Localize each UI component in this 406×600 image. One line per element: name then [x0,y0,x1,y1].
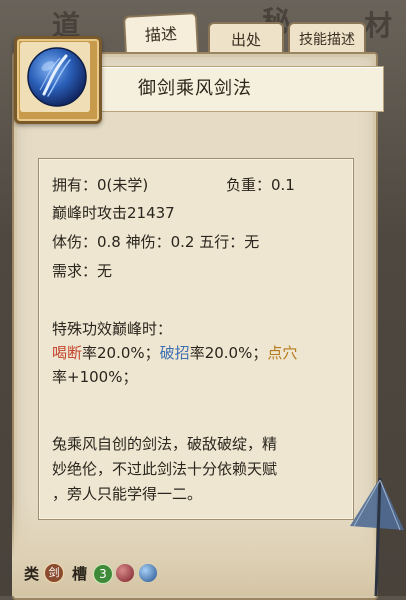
blue-gem-slot-icon[interactable] [139,564,157,582]
effect-break-name: 破招 [159,344,190,362]
description-line: ，旁人只能学得一二。 [52,485,203,503]
tab-skill-description[interactable]: 技能描述 [288,22,366,56]
red-gem-slot-icon[interactable] [116,564,134,582]
description-line: 妙绝伦，不过此剑法十分依赖天赋 [52,460,278,478]
tab-skill-description-label: 技能描述 [299,32,355,48]
background-glyph: 材 [364,9,393,42]
owned-text: 拥有：0(未学) [52,176,149,194]
tab-source[interactable]: 出处 [208,22,284,56]
effect-break-rate: 率20.0%； [189,344,268,362]
effect-acupoint-name: 点穴 [267,344,298,362]
special-effect-heading: 特殊功效巅峰时： [52,320,173,338]
blue-orb-sword-icon [27,47,87,107]
weight-text: 负重：0.1 [226,176,295,194]
type-label: 类 [24,565,40,583]
fan-decoration-icon [350,477,404,596]
effect-acupoint-rate: 率+100%； [52,368,138,386]
effect-shout-name: 喝断 [52,344,83,362]
slot-label: 槽 [72,565,88,583]
damage-stats-text: 体伤：0.8 神伤：0.2 五行：无 [52,233,260,251]
description-line: 兔乘风自创的剑法，破敌破绽，精 [52,435,278,453]
peak-attack-text: 巅峰时攻击21437 [52,204,175,222]
skill-title: 御剑乘风剑法 [138,78,252,99]
tab-description-label: 描述 [144,24,178,45]
special-effects-line: 喝断率20.0%；破招率20.0%；点穴 [52,342,297,363]
tab-source-label: 出处 [230,31,261,49]
requirement-text: 需求：无 [52,262,113,280]
effect-shout-rate: 率20.0%； [82,344,160,362]
sword-type-value: 剑 [48,566,60,579]
sword-type-badge: 剑 [44,563,64,583]
slot-count-badge: 3 [93,564,113,584]
slot-count-value: 3 [99,567,107,581]
